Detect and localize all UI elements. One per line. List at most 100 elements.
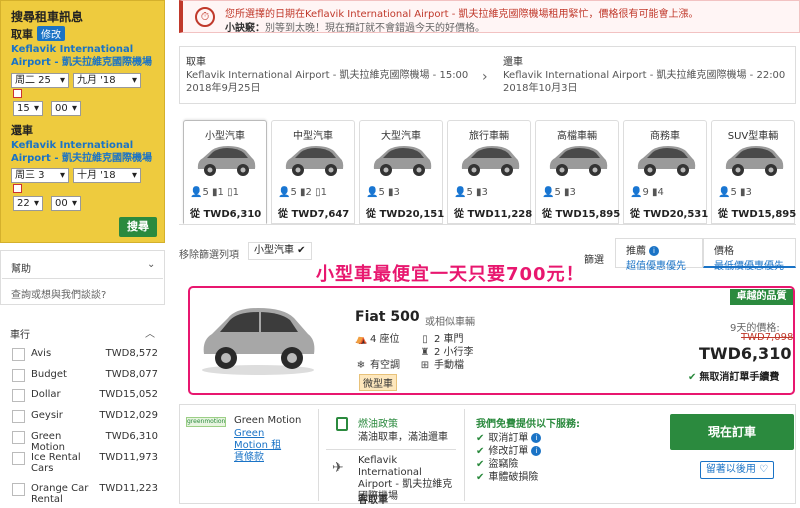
company-filter-item[interactable]: Dollar TWD15,052	[10, 387, 160, 405]
pickup-label: 取車	[11, 28, 33, 41]
info-icon[interactable]: i	[531, 446, 542, 456]
checkbox[interactable]	[12, 369, 25, 382]
car-class-tab[interactable]: 中型汽車 👤5 ▮2 ▯1 從 TWD7,647	[271, 120, 355, 224]
checkbox[interactable]	[12, 431, 25, 444]
result-card: Fiat 500 或相似車輛 ⛺ 4 座位 ▯ 2 車門 ♜ 2 小行李 ❄ 有空調 ⊞…	[188, 286, 795, 395]
checkbox[interactable]	[12, 389, 25, 402]
arrow-right-icon: ›	[482, 69, 488, 85]
services-title: 我們免費提供以下服務:	[476, 419, 580, 430]
alert-tip: 小訣竅：別等到太晚！現在預訂就不會錯過今天的好價格。	[225, 19, 485, 34]
company-filter-item[interactable]: Avis TWD8,572	[10, 346, 160, 364]
car-class-tab[interactable]: 高檔車輛 👤5 ▮3 從 TWD15,895	[535, 120, 620, 224]
car-class-tab[interactable]: 小型汽車 👤5 ▮1 ▯1 從 TWD6,310	[183, 120, 267, 224]
sort-recommended-label: 推薦	[626, 246, 646, 257]
info-icon[interactable]: i	[649, 246, 659, 256]
filter-chip[interactable]: 小型汽車 ✔	[248, 242, 312, 260]
best-quality-badge: 卓越的品質	[730, 289, 793, 305]
seats-value: 5	[730, 187, 737, 198]
sort-price[interactable]: 價格 最低價優惠優先	[703, 238, 796, 272]
seats-value: 9	[642, 187, 649, 198]
car-class-specs: 👤5 ▮3	[718, 187, 792, 198]
pickup-location-link[interactable]: Keflavik International Airport - 凱夫拉維克國際…	[11, 43, 161, 69]
return-location-link[interactable]: Keflavik International Airport - 凱夫拉維克國際…	[11, 139, 161, 165]
seats-value: 5	[290, 187, 297, 198]
car-class-tab[interactable]: 大型汽車 👤5 ▮3 從 TWD20,151	[359, 120, 444, 224]
seats-feature: ⛺ 4 座位	[355, 330, 400, 345]
car-class-badge: 微型車	[359, 374, 397, 391]
person-icon: 👤	[190, 187, 203, 198]
return-month-select[interactable]: 十月 '18	[73, 168, 141, 183]
calendar-icon[interactable]	[13, 89, 22, 98]
pickup-type: 客取車	[358, 495, 388, 506]
pickup-hour-select[interactable]: 15	[13, 101, 43, 116]
company-name: Ice Rental Cars	[31, 452, 81, 474]
search-button[interactable]: 搜尋	[119, 217, 157, 237]
company-name: Dollar	[31, 389, 61, 400]
pickup-month-select[interactable]: 九月 '18	[73, 73, 141, 88]
sort-label: 篩選	[584, 255, 604, 266]
book-now-button[interactable]: 現在訂車	[670, 414, 794, 450]
company-filter-item[interactable]: Geysir TWD12,029	[10, 408, 160, 426]
car-class-price: 從 TWD11,228	[454, 209, 533, 220]
modify-button[interactable]: 修改	[37, 26, 65, 41]
pickup-minute-select[interactable]: 00	[51, 101, 81, 116]
alert-tip-label: 小訣竅：	[225, 23, 265, 34]
sort-recommended-sub: 超值優惠優先	[626, 261, 686, 272]
help-link[interactable]: 查詢或想與我們談談?	[11, 286, 106, 301]
pickup-day-select[interactable]: 周二 25	[11, 73, 69, 88]
divider	[2, 278, 163, 279]
car-class-price: 從 TWD7,647	[278, 209, 350, 220]
car-image	[202, 308, 315, 375]
car-class-tab[interactable]: 旅行車輛 👤5 ▮3 從 TWD11,228	[447, 120, 533, 224]
person-icon: 👤	[718, 187, 731, 198]
company-filter-item[interactable]: Ice Rental Cars TWD11,973	[10, 450, 160, 474]
person-icon: 👤	[630, 187, 643, 198]
trip-pickup-text: Keflavik International Airport - 凱夫拉維克國際…	[186, 70, 469, 94]
car-class-specs: 👤5 ▮3	[454, 187, 528, 198]
remove-filter-label: 移除篩選列項	[179, 250, 239, 261]
clock-icon: ⏱	[195, 7, 215, 27]
car-class-label: SUV型車輛	[727, 131, 779, 142]
company-price: TWD6,310	[105, 431, 158, 442]
return-day-select[interactable]: 周三 3	[11, 168, 69, 183]
return-hour-select[interactable]: 22	[13, 196, 43, 211]
rental-terms-link[interactable]: Green Motion 租賃條款	[234, 428, 286, 464]
seats-value: 5	[378, 187, 385, 198]
save-for-later-button[interactable]: 留著以後用 ♡	[700, 461, 774, 479]
car-icon	[637, 146, 696, 176]
alert-message: 您所選擇的日期在Keflavik International Airport -…	[225, 9, 699, 20]
checkbox[interactable]	[12, 452, 25, 465]
fuel-policy-desc: 滿油取車，滿油還車	[358, 432, 448, 443]
checkbox[interactable]	[12, 410, 25, 423]
return-label: 還車	[11, 124, 33, 137]
car-class-tab[interactable]: 商務車 👤9 ▮4 從 TWD20,531	[623, 120, 708, 224]
company-filter-item[interactable]: Budget TWD8,077	[10, 367, 160, 385]
checkbox[interactable]	[12, 348, 25, 361]
company-price: TWD8,077	[105, 369, 158, 380]
company-filter-item[interactable]: Orange Car Rental TWD11,223	[10, 481, 160, 505]
chevron-down-icon[interactable]: ⌄	[147, 259, 155, 270]
supplier-logo: greenmotion	[186, 417, 226, 427]
company-price: TWD12,029	[99, 410, 158, 421]
calendar-icon[interactable]	[13, 184, 22, 193]
search-title: 搜尋租車訊息	[11, 10, 84, 24]
chevron-up-icon[interactable]: ︿	[145, 325, 155, 340]
car-class-tab[interactable]: SUV型車輛 👤5 ▮3 從 TWD15,895	[711, 120, 796, 224]
car-icon	[461, 146, 520, 176]
help-title: 幫助	[11, 264, 31, 275]
divider	[326, 449, 456, 450]
alert-tip-text: 別等到太晚！現在預訂就不會錯過今天的好價格。	[265, 23, 485, 34]
trip-pickup-label: 取車	[186, 57, 206, 68]
supplier-name: Green Motion	[234, 415, 302, 426]
car-class-label: 旅行車輛	[469, 131, 509, 142]
sort-recommended[interactable]: 推薦 i 超值優惠優先	[615, 238, 703, 272]
checkbox[interactable]	[12, 483, 25, 496]
return-minute-select[interactable]: 00	[51, 196, 81, 211]
large-bags-value: 3	[745, 187, 752, 198]
company-filter-item[interactable]: Green Motion TWD6,310	[10, 429, 160, 453]
alert-banner: ⏱ 您所選擇的日期在Keflavik International Airport…	[179, 0, 800, 34]
transmission-value: 手動檔	[434, 360, 464, 371]
car-class-specs: 👤9 ▮4	[630, 187, 704, 198]
car-name[interactable]: Fiat 500	[355, 309, 420, 325]
service-item: ✔ 車體破損險	[476, 468, 538, 483]
